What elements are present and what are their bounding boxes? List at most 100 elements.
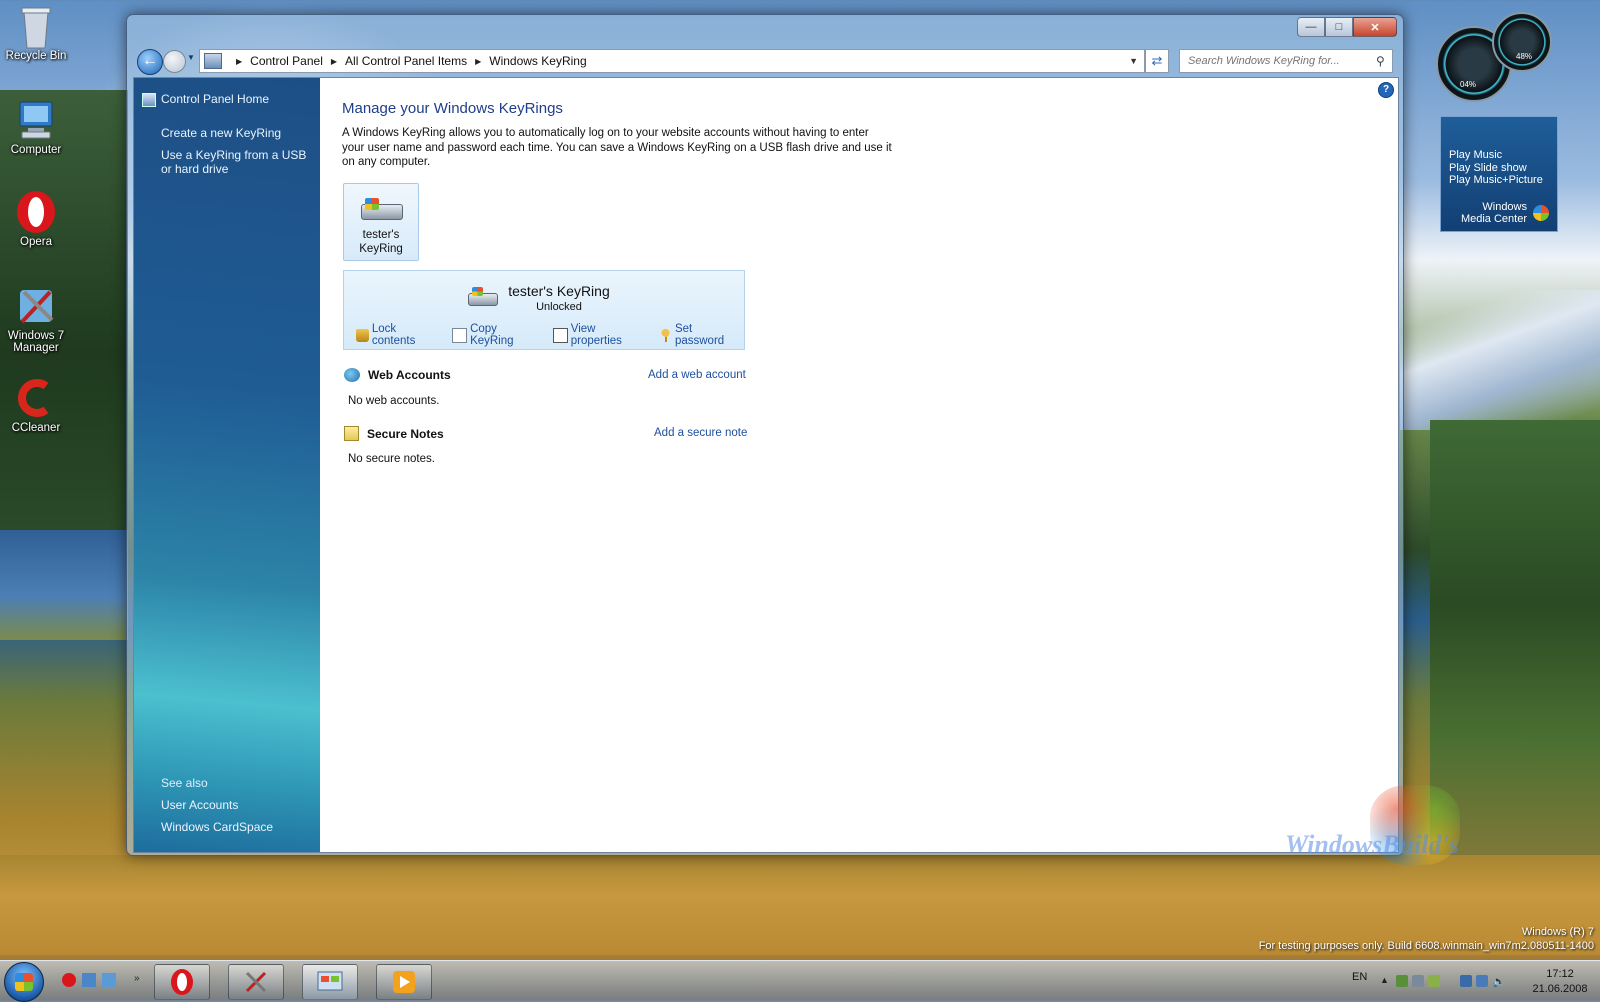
network-icon[interactable] bbox=[1460, 975, 1472, 987]
user-accounts-link[interactable]: User Accounts bbox=[161, 798, 238, 812]
page-description: A Windows KeyRing allows you to automati… bbox=[342, 127, 892, 168]
control-panel-icon bbox=[204, 53, 222, 69]
back-button[interactable]: ← bbox=[137, 49, 163, 75]
media-center-item[interactable]: Play Music+Picture bbox=[1449, 174, 1543, 187]
search-icon[interactable]: ⚲ bbox=[1376, 54, 1385, 68]
address-dropdown-icon[interactable]: ▼ bbox=[1129, 56, 1138, 66]
minimize-button[interactable]: — bbox=[1297, 17, 1325, 37]
key-icon bbox=[659, 328, 672, 342]
secure-notes-heading: Secure Notes bbox=[344, 426, 444, 441]
tray-app-icon[interactable] bbox=[1428, 975, 1440, 987]
main-content: ? Manage your Windows KeyRings A Windows… bbox=[342, 78, 1398, 852]
breadcrumb-windows-keyring[interactable]: Windows KeyRing bbox=[489, 54, 586, 68]
watermark-text: WindowsBuild's bbox=[1285, 830, 1459, 859]
language-indicator[interactable]: EN bbox=[1352, 971, 1367, 983]
secure-notes-icon bbox=[344, 426, 359, 441]
desktop-icon-label: Windows 7 Manager bbox=[7, 330, 65, 354]
desktop-icon-ccleaner[interactable]: CCleaner bbox=[4, 376, 68, 434]
control-panel-home-link[interactable]: Control Panel Home bbox=[161, 92, 269, 106]
display-icon[interactable] bbox=[1476, 975, 1488, 987]
computer-icon bbox=[14, 98, 58, 142]
keyring-drive-icon bbox=[361, 198, 403, 220]
recycle-bin-icon bbox=[14, 4, 58, 49]
cpu-meter-gadget[interactable]: 04% 48% bbox=[1436, 12, 1554, 102]
quick-launch-opera-icon[interactable] bbox=[62, 973, 76, 987]
forward-button[interactable] bbox=[163, 50, 186, 73]
desktop-icon-opera[interactable]: Opera bbox=[4, 190, 68, 248]
keyring-tile[interactable]: tester's KeyRing bbox=[343, 183, 419, 261]
taskbar-opera-button[interactable] bbox=[154, 964, 210, 1000]
build-line-1: Windows (R) 7 bbox=[1521, 926, 1594, 938]
maximize-icon: □ bbox=[1335, 21, 1343, 33]
windows-cardspace-link[interactable]: Windows CardSpace bbox=[161, 820, 273, 834]
keyring-name: tester's KeyRing bbox=[508, 283, 610, 299]
build-line-2: For testing purposes only. Build 6608.wi… bbox=[1258, 940, 1594, 952]
show-hidden-icons[interactable]: ▲ bbox=[1380, 975, 1392, 987]
page-title: Manage your Windows KeyRings bbox=[342, 100, 563, 117]
search-box[interactable]: ⚲ bbox=[1179, 49, 1393, 73]
desktop-icon-recycle-bin[interactable]: Recycle Bin bbox=[4, 4, 68, 62]
close-button[interactable]: ✕ bbox=[1353, 17, 1397, 37]
refresh-button[interactable]: ⇄ bbox=[1145, 49, 1169, 73]
desktop-icon-label: Opera bbox=[20, 236, 52, 248]
ccleaner-icon bbox=[14, 376, 58, 420]
clock[interactable]: 17:12 21.06.2008 bbox=[1528, 967, 1592, 997]
breadcrumb-all-items[interactable]: All Control Panel Items bbox=[345, 54, 467, 68]
breadcrumb-separator-icon[interactable]: ▶ bbox=[331, 57, 337, 66]
use-keyring-usb-link[interactable]: Use a KeyRing from a USB or hard drive bbox=[161, 148, 311, 176]
windows7-manager-icon bbox=[245, 971, 267, 993]
address-bar[interactable]: ▶ Control Panel ▶ All Control Panel Item… bbox=[199, 49, 1145, 73]
volume-icon[interactable]: 🔈 bbox=[1492, 975, 1506, 988]
web-accounts-heading: Web Accounts bbox=[344, 368, 451, 382]
keyring-tile-label: tester's KeyRing bbox=[359, 229, 403, 255]
copy-icon bbox=[452, 327, 468, 343]
set-password-link[interactable]: Set password bbox=[659, 323, 744, 347]
create-keyring-link[interactable]: Create a new KeyRing bbox=[161, 126, 281, 140]
media-center-item[interactable]: Play Music bbox=[1449, 149, 1543, 162]
control-panel-window[interactable]: — □ ✕ ← ▼ ▶ Control Panel ▶ All Control … bbox=[126, 14, 1404, 856]
keyring-detail-panel: tester's KeyRing Unlocked Lock contents … bbox=[343, 270, 745, 350]
opera-icon bbox=[171, 969, 193, 995]
memory-dial bbox=[1492, 12, 1552, 72]
quick-launch-switch-icon[interactable] bbox=[102, 973, 116, 987]
taskbar-windows7-manager-button[interactable] bbox=[228, 964, 284, 1000]
taskbar-control-panel-button[interactable] bbox=[302, 964, 358, 1000]
media-center-item[interactable]: Play Slide show bbox=[1449, 162, 1543, 175]
quick-launch-more-icon[interactable]: » bbox=[134, 973, 144, 987]
tray-app-icon[interactable] bbox=[1412, 975, 1424, 987]
maximize-button[interactable]: □ bbox=[1325, 17, 1353, 37]
properties-icon bbox=[552, 327, 568, 343]
add-secure-note-link[interactable]: Add a secure note bbox=[654, 427, 747, 439]
system-tray: EN ▲ 🔈 17:12 21.06.2008 bbox=[1340, 963, 1600, 999]
desktop-icon-windows7-manager[interactable]: Windows 7 Manager bbox=[4, 284, 68, 354]
control-panel-icon bbox=[317, 971, 343, 991]
view-properties-link[interactable]: View properties bbox=[552, 323, 649, 347]
breadcrumb-separator-icon[interactable]: ▶ bbox=[475, 57, 481, 66]
search-input[interactable] bbox=[1186, 54, 1376, 68]
clock-time: 17:12 bbox=[1546, 968, 1574, 980]
windows-start-icon bbox=[15, 973, 33, 991]
web-accounts-title: Web Accounts bbox=[368, 368, 451, 382]
desktop-icon-computer[interactable]: Computer bbox=[4, 98, 68, 156]
control-panel-home-icon bbox=[142, 93, 156, 107]
quick-launch-desktop-icon[interactable] bbox=[82, 973, 96, 987]
taskbar-media-player-button[interactable] bbox=[376, 964, 432, 1000]
start-button[interactable] bbox=[4, 962, 44, 1002]
media-player-icon bbox=[393, 971, 415, 993]
task-pane: Control Panel Home Create a new KeyRing … bbox=[134, 78, 320, 852]
cpu-dial-value: 04% bbox=[1460, 80, 1477, 89]
add-web-account-link[interactable]: Add a web account bbox=[648, 369, 746, 381]
lock-icon bbox=[356, 328, 369, 342]
build-info: Windows (R) 7 For testing purposes only.… bbox=[1259, 925, 1594, 953]
action-label: Copy KeyRing bbox=[470, 323, 514, 347]
recent-pages-dropdown[interactable]: ▼ bbox=[187, 53, 195, 62]
breadcrumb-separator-icon[interactable]: ▶ bbox=[236, 57, 242, 66]
help-icon[interactable]: ? bbox=[1378, 82, 1394, 98]
back-arrow-icon: ← bbox=[142, 52, 158, 69]
copy-keyring-link[interactable]: Copy KeyRing bbox=[452, 323, 543, 347]
wallpaper-lake bbox=[0, 530, 128, 640]
tray-app-icon[interactable] bbox=[1396, 975, 1408, 987]
lock-contents-link[interactable]: Lock contents bbox=[356, 323, 442, 347]
breadcrumb-control-panel[interactable]: Control Panel bbox=[250, 54, 323, 68]
media-center-gadget[interactable]: Play Music Play Slide show Play Music+Pi… bbox=[1440, 116, 1558, 232]
